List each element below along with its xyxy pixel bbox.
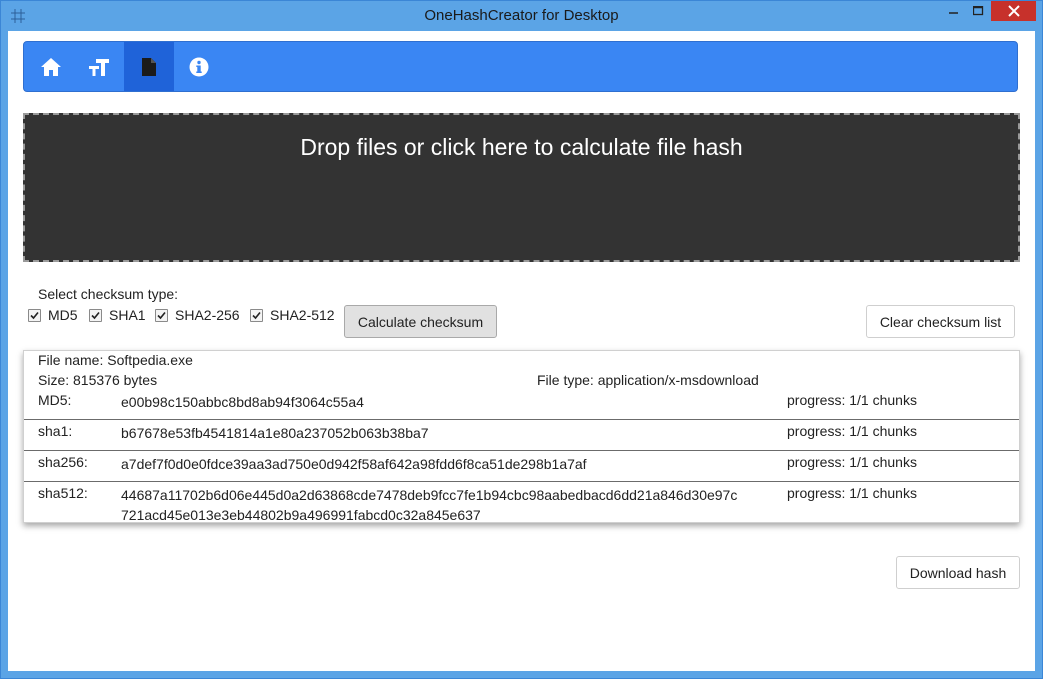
hash-label: sha1: xyxy=(38,423,73,439)
nav-about[interactable] xyxy=(174,42,224,91)
minimize-button[interactable] xyxy=(940,0,968,21)
hash-value-line-2: 721acd45e013e3eb44802b9a496991fabcd0c32a… xyxy=(121,507,481,523)
maximize-icon xyxy=(972,5,983,15)
nav-home[interactable] xyxy=(26,42,76,91)
file-drop-zone[interactable]: Drop files or click here to calculate fi… xyxy=(23,113,1020,262)
checkbox-label: SHA1 xyxy=(109,307,146,323)
checkbox-label: MD5 xyxy=(48,307,78,323)
checkbox-box[interactable] xyxy=(28,308,41,322)
checkmark-icon xyxy=(252,311,261,319)
checksum-result-card: File name: Softpedia.exe Size: 815376 by… xyxy=(23,350,1020,523)
checkbox-box[interactable] xyxy=(89,308,102,322)
checkbox-sha1[interactable]: SHA1 xyxy=(89,307,146,323)
file-size: Size: 815376 bytes xyxy=(38,372,158,388)
hash-label: sha256: xyxy=(38,454,88,470)
hash-value: e00b98c150abbc8bd8ab94f3064c55a4 xyxy=(121,394,364,410)
info-icon xyxy=(189,57,209,76)
drop-zone-text: Drop files or click here to calculate fi… xyxy=(300,134,743,160)
hash-progress: progress: 1/1 chunks xyxy=(787,423,917,439)
download-hash-button[interactable]: Download hash xyxy=(896,556,1020,589)
nav-bar xyxy=(23,41,1018,92)
window-title: OneHashCreator for Desktop xyxy=(424,7,619,24)
calculate-checksum-button[interactable]: Calculate checksum xyxy=(344,305,497,338)
hash-progress: progress: 1/1 chunks xyxy=(787,485,917,501)
checksum-type-label: Select checksum type: xyxy=(38,286,179,302)
text-icon xyxy=(89,58,109,76)
close-icon xyxy=(1007,4,1020,17)
row-divider xyxy=(24,481,1019,482)
app-content: Drop files or click here to calculate fi… xyxy=(8,31,1035,671)
checkbox-label: SHA2-256 xyxy=(175,307,240,323)
minimize-icon xyxy=(949,11,958,14)
checkmark-icon xyxy=(157,311,166,319)
file-type: File type: application/x-msdownload xyxy=(537,372,759,388)
checkbox-box[interactable] xyxy=(155,308,168,322)
hash-value: a7def7f0d0e0fdce39aa3ad750e0d942f58af642… xyxy=(121,456,587,472)
hash-value: b67678e53fb4541814a1e80a237052b063b38ba7 xyxy=(121,425,429,441)
close-button[interactable] xyxy=(991,0,1036,21)
hash-label: MD5: xyxy=(38,392,72,408)
checkbox-label: SHA2-512 xyxy=(270,307,335,323)
nav-text-hash[interactable] xyxy=(74,42,124,91)
hash-value-line-1: 44687a11702b6d06e445d0a2d63868cde7478deb… xyxy=(121,487,738,503)
checkbox-sha2-256[interactable]: SHA2-256 xyxy=(155,307,240,323)
hash-progress: progress: 1/1 chunks xyxy=(787,454,917,470)
nav-file-hash[interactable] xyxy=(124,42,174,91)
clear-checksum-list-button[interactable]: Clear checksum list xyxy=(866,305,1015,338)
home-icon xyxy=(41,57,61,76)
checkbox-sha2-512[interactable]: SHA2-512 xyxy=(250,307,335,323)
checkbox-box[interactable] xyxy=(250,308,263,322)
file-icon xyxy=(142,57,156,76)
hash-label: sha512: xyxy=(38,485,88,501)
row-divider xyxy=(24,419,1019,420)
checkmark-icon xyxy=(30,311,39,319)
maximize-button[interactable] xyxy=(965,0,991,21)
checkmark-icon xyxy=(91,311,100,319)
checkbox-md5[interactable]: MD5 xyxy=(28,307,78,323)
hash-progress: progress: 1/1 chunks xyxy=(787,392,917,408)
row-divider xyxy=(24,450,1019,451)
file-name: File name: Softpedia.exe xyxy=(38,352,193,368)
title-bar: OneHashCreator for Desktop xyxy=(0,0,1043,31)
